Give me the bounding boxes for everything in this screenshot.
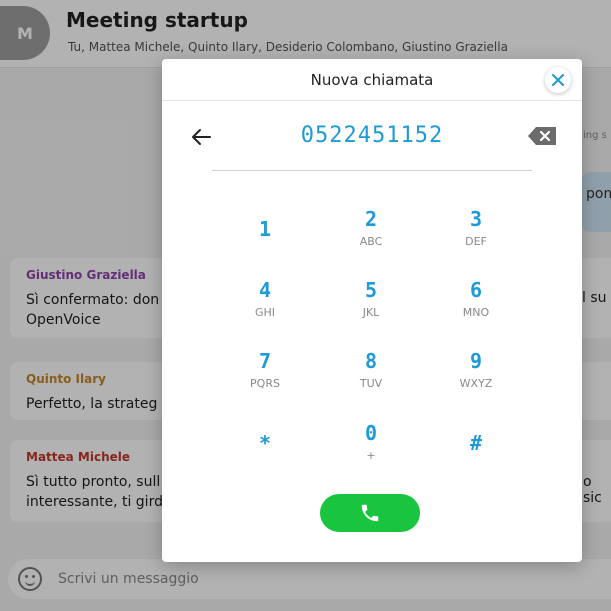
phone-icon <box>361 504 379 522</box>
back-button[interactable] <box>190 125 214 149</box>
call-button[interactable] <box>320 494 420 532</box>
dial-key-digit: 6 <box>469 278 483 302</box>
dial-key-digit: 9 <box>469 349 483 373</box>
modal-title: Nuova chiamata <box>310 71 434 89</box>
dial-key-letters: WXYZ <box>459 377 493 390</box>
dial-key-letters: JKL <box>362 306 380 319</box>
dial-key-digit: 2 <box>364 207 378 231</box>
dial-key-hash[interactable]: # <box>431 421 521 475</box>
dial-key-7[interactable]: 7 PQRS <box>220 349 310 403</box>
dial-key-digit: # <box>469 431 483 455</box>
dial-key-3[interactable]: 3 DEF <box>431 207 521 261</box>
dial-key-1[interactable]: 1 <box>220 207 310 261</box>
dial-key-digit: 3 <box>469 207 483 231</box>
dial-key-5[interactable]: 5 JKL <box>326 278 416 332</box>
dial-key-digit: 0 <box>364 421 378 445</box>
close-icon <box>552 74 564 86</box>
close-button[interactable] <box>545 67 571 93</box>
dial-key-letters: TUV <box>359 377 383 390</box>
dial-key-letters: + <box>366 449 376 462</box>
modal-header: Nuova chiamata <box>162 59 582 101</box>
backspace-button[interactable] <box>528 127 556 145</box>
dialer-modal: Nuova chiamata 0522451152 1 2 ABC 3 DEF … <box>162 59 582 562</box>
dial-key-6[interactable]: 6 MNO <box>431 278 521 332</box>
dial-key-letters: PQRS <box>250 377 280 390</box>
dial-key-letters: GHI <box>254 306 276 319</box>
dial-key-digit: 4 <box>258 278 272 302</box>
dial-key-0[interactable]: 0 + <box>326 421 416 475</box>
dial-key-2[interactable]: 2 ABC <box>326 207 416 261</box>
dial-key-digit: 7 <box>258 349 272 373</box>
dial-key-digit: * <box>258 431 272 455</box>
dial-key-star[interactable]: * <box>220 421 310 475</box>
dial-key-letters: DEF <box>465 235 487 248</box>
dial-key-4[interactable]: 4 GHI <box>220 278 310 332</box>
phone-number-display: 0522451152 <box>300 123 444 148</box>
dial-key-letters: MNO <box>462 306 490 319</box>
backspace-icon <box>528 127 556 145</box>
dial-key-digit: 8 <box>364 349 378 373</box>
dial-key-9[interactable]: 9 WXYZ <box>431 349 521 403</box>
dial-key-digit: 1 <box>258 217 272 241</box>
number-underline <box>212 170 532 171</box>
dial-key-letters: ABC <box>359 235 383 248</box>
arrow-left-icon <box>192 129 211 145</box>
dial-key-8[interactable]: 8 TUV <box>326 349 416 403</box>
dial-key-digit: 5 <box>364 278 378 302</box>
